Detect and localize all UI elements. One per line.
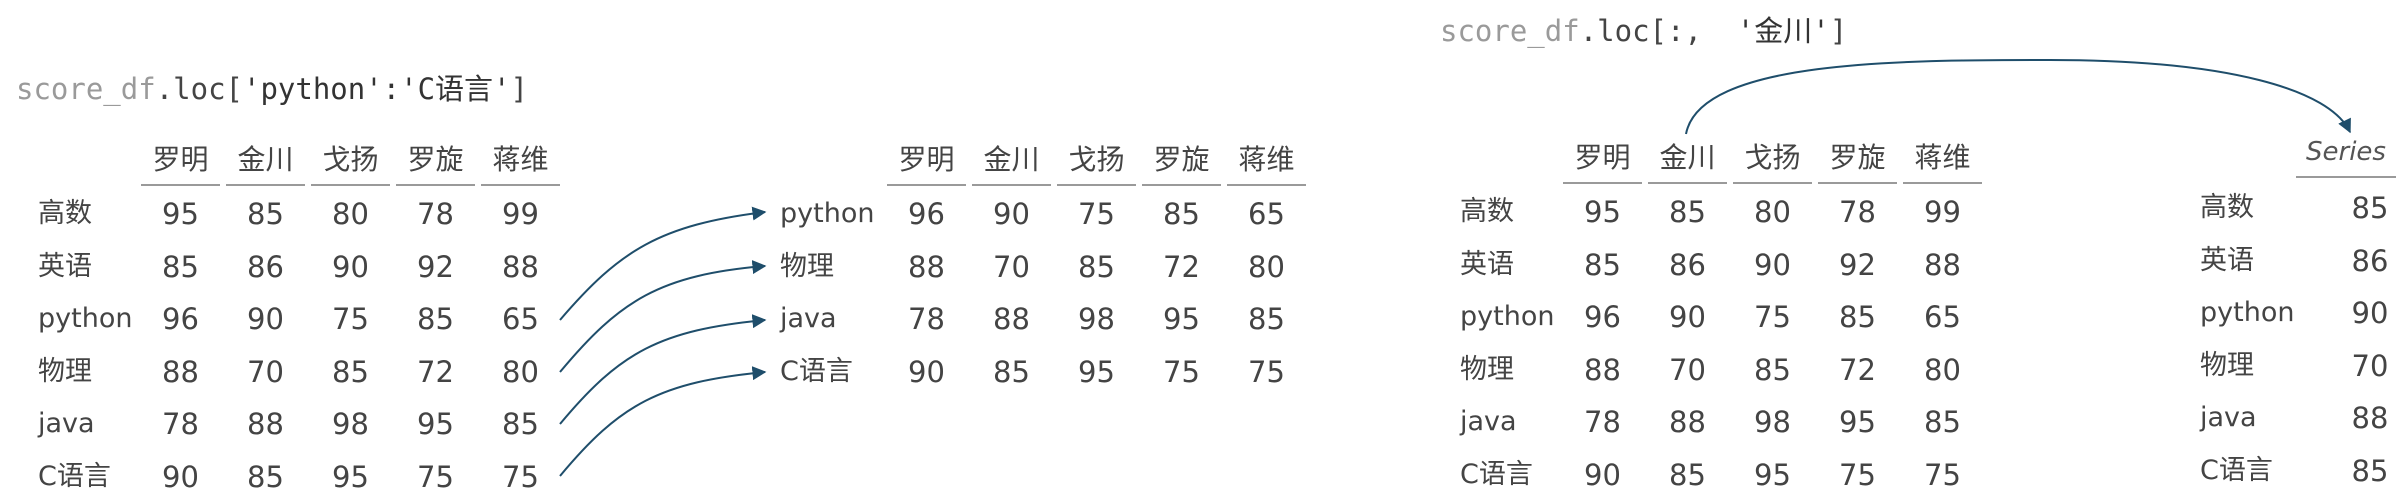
arrow-java xyxy=(559,314,767,425)
selection-arrows xyxy=(559,58,2351,477)
arrow-physics xyxy=(559,260,767,373)
arrow-column-jinchuan xyxy=(1685,58,2351,135)
arrow-c-language xyxy=(559,366,767,477)
arrow-python xyxy=(559,206,767,321)
